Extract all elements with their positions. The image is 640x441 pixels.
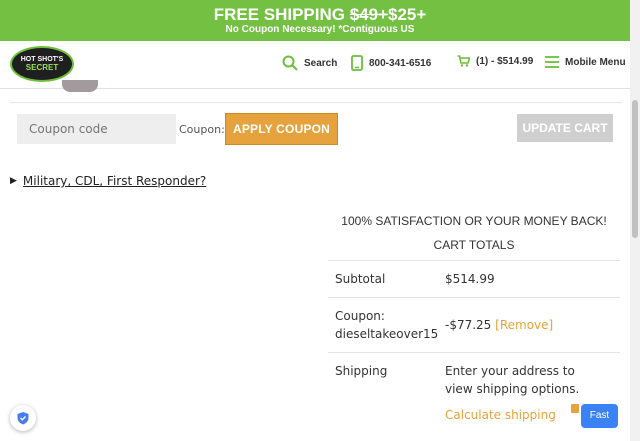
remove-coupon-link[interactable]: [Remove] bbox=[495, 318, 553, 332]
menu-label: Mobile Menu bbox=[565, 56, 626, 68]
phone-link[interactable]: 800-341-6516 bbox=[351, 55, 431, 71]
cart-link[interactable]: (1) - $514.99 bbox=[457, 55, 533, 67]
cart-summary: (1) - $514.99 bbox=[476, 55, 534, 67]
cart-icon bbox=[457, 55, 470, 67]
search-label: Search bbox=[304, 57, 338, 69]
shipping-text: Enter your address to view shipping opti… bbox=[445, 364, 580, 396]
logo-line2: SECRET bbox=[25, 63, 59, 72]
coupon-discount-value: -$77.25 bbox=[445, 318, 492, 332]
subtotal-row: Subtotal $514.99 bbox=[328, 261, 620, 298]
promo-banner: FREE SHIPPING $49+$25+ No Coupon Necessa… bbox=[0, 0, 640, 41]
promo-subtitle: No Coupon Necessary! *Contiguous US bbox=[225, 24, 415, 35]
site-logo[interactable]: HOT SHOT'S SECRET bbox=[10, 46, 74, 82]
cart-totals-heading: CART TOTALS bbox=[433, 238, 515, 252]
coupon-applied-label: Coupon: dieseltakeover15 bbox=[335, 309, 439, 341]
fast-button[interactable]: Fast bbox=[581, 404, 618, 428]
coupon-row: Coupon: dieseltakeover15 -$77.25 [Remove… bbox=[328, 298, 620, 353]
promo-title: FREE SHIPPING $49+$25+ bbox=[0, 0, 640, 24]
update-cart-button[interactable]: UPDATE CART bbox=[517, 114, 613, 142]
disclosure-triangle-icon: ▶ bbox=[10, 176, 17, 186]
shipping-label: Shipping bbox=[335, 364, 388, 378]
promo-old-price: $49+ bbox=[349, 5, 389, 24]
search-icon bbox=[282, 55, 298, 71]
vertical-scrollbar[interactable] bbox=[630, 0, 640, 441]
shipping-badge-icon bbox=[571, 404, 579, 413]
coupon-label: Coupon: bbox=[179, 123, 225, 136]
subtotal-label: Subtotal bbox=[335, 272, 386, 286]
scrollbar-thumb[interactable] bbox=[632, 100, 638, 238]
hamburger-icon bbox=[545, 56, 559, 68]
mobile-menu-button[interactable]: Mobile Menu bbox=[545, 55, 626, 69]
coupon-code-input[interactable] bbox=[17, 114, 176, 144]
coupon-discount-cell: -$77.25 [Remove] bbox=[445, 298, 620, 352]
apply-coupon-button[interactable]: APPLY COUPON bbox=[225, 113, 338, 145]
chat-widget-button[interactable] bbox=[10, 405, 36, 431]
divider bbox=[10, 102, 622, 103]
military-discount-link[interactable]: Military, CDL, First Responder? bbox=[23, 174, 206, 188]
promo-prefix: FREE SHIPPING bbox=[213, 5, 350, 24]
shield-icon bbox=[17, 412, 29, 425]
product-thumbnail bbox=[62, 80, 98, 92]
subtotal-value: $514.99 bbox=[445, 272, 495, 286]
phone-number: 800-341-6516 bbox=[369, 57, 432, 69]
promo-new-price: $25+ bbox=[388, 5, 427, 24]
shipping-row: Shipping Enter your address to view ship… bbox=[328, 353, 620, 433]
phone-icon bbox=[351, 55, 363, 71]
military-discount-toggle[interactable]: ▶ Military, CDL, First Responder? bbox=[10, 174, 206, 188]
search-link[interactable]: Search bbox=[282, 55, 337, 71]
satisfaction-guarantee: 100% SATISFACTION OR YOUR MONEY BACK! bbox=[341, 214, 607, 228]
